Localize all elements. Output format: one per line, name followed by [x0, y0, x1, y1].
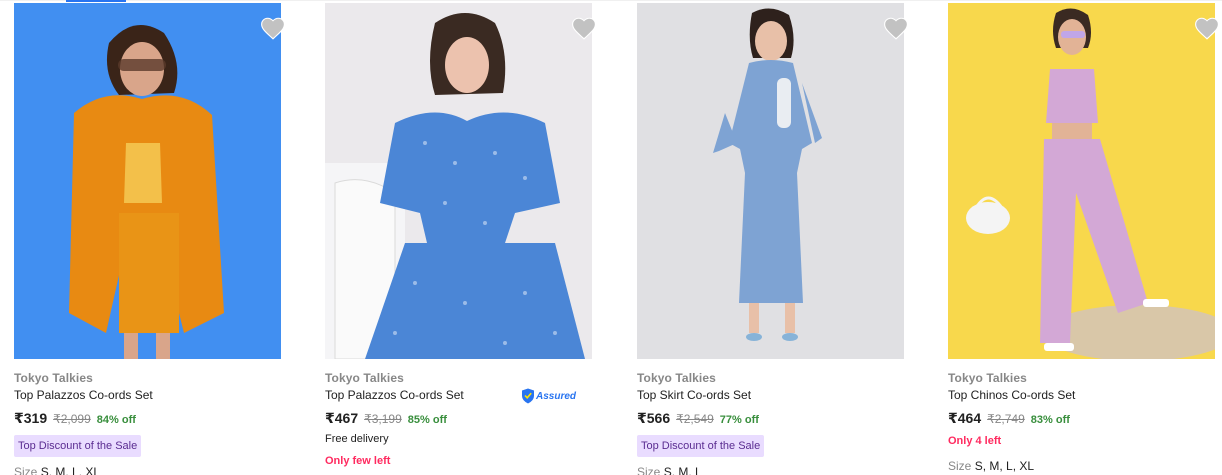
sizes-label: Size: [637, 465, 661, 475]
product-title[interactable]: Top Palazzos Co-ords Set: [325, 388, 464, 402]
wishlist-heart-icon[interactable]: [571, 16, 597, 40]
assured-label: Assured: [536, 390, 577, 402]
product-card[interactable]: Tokyo Talkies Top Skirt Co-ords Set ₹566…: [637, 0, 937, 475]
original-price: ₹2,099: [53, 412, 91, 426]
price-row: ₹319 ₹2,099 84% off: [14, 410, 136, 428]
delivery-info: Free delivery: [325, 433, 389, 445]
available-sizes: Size S, M, L, XL: [14, 465, 100, 475]
price-row: ₹464 ₹2,749 83% off: [948, 410, 1070, 428]
original-price: ₹2,549: [676, 412, 714, 426]
product-image[interactable]: [948, 3, 1215, 359]
discount-percent: 83% off: [1030, 414, 1070, 426]
product-photo-lilac-chinos-coords: [948, 3, 1215, 359]
sizes-values: S, M, L, XL: [974, 459, 1035, 473]
assured-shield-icon: [522, 388, 534, 404]
discount-percent: 85% off: [407, 414, 447, 426]
sizes-label: Size: [948, 459, 972, 473]
sale-badge: Top Discount of the Sale: [637, 435, 765, 457]
discount-percent: 84% off: [96, 414, 136, 426]
selling-price: ₹467: [325, 410, 359, 426]
available-sizes: Size S, M, L, XL: [948, 459, 1034, 473]
selling-price: ₹566: [637, 410, 671, 426]
price-row: ₹566 ₹2,549 77% off: [637, 410, 759, 428]
stock-urgency: Only few left: [325, 455, 391, 467]
sale-badge: Top Discount of the Sale: [14, 435, 142, 457]
wishlist-heart-icon[interactable]: [1194, 16, 1220, 40]
product-card[interactable]: Tokyo Talkies Top Palazzos Co-ords Set ₹…: [14, 0, 314, 475]
assured-badge: Assured: [521, 388, 576, 404]
product-brand: Tokyo Talkies: [637, 371, 716, 385]
sizes-values: S, M, L: [663, 465, 702, 475]
product-title[interactable]: Top Skirt Co-ords Set: [637, 388, 751, 402]
product-photo-blue-floral-coords: [325, 3, 592, 359]
product-card[interactable]: Tokyo Talkies Top Chinos Co-ords Set ₹46…: [948, 0, 1222, 475]
product-image[interactable]: [637, 3, 904, 359]
original-price: ₹2,749: [987, 412, 1025, 426]
product-grid: Tokyo Talkies Top Palazzos Co-ords Set ₹…: [0, 0, 1222, 475]
price-row: ₹467 ₹3,199 85% off: [325, 410, 447, 428]
wishlist-heart-icon[interactable]: [260, 16, 286, 40]
sizes-label: Size: [14, 465, 38, 475]
original-price: ₹3,199: [364, 412, 402, 426]
stock-urgency: Only 4 left: [948, 435, 1002, 447]
product-title[interactable]: Top Palazzos Co-ords Set: [14, 388, 153, 402]
product-photo-blue-skirt-coords: [637, 3, 904, 359]
product-brand: Tokyo Talkies: [948, 371, 1027, 385]
product-image[interactable]: [14, 3, 281, 359]
available-sizes: Size S, M, L: [637, 465, 702, 475]
product-photo-orange-coords: [14, 3, 281, 359]
product-card[interactable]: Tokyo Talkies Top Palazzos Co-ords Set A…: [325, 0, 625, 475]
selling-price: ₹464: [948, 410, 982, 426]
product-image[interactable]: [325, 3, 592, 359]
sizes-values: S, M, L, XL: [40, 465, 101, 475]
product-title[interactable]: Top Chinos Co-ords Set: [948, 388, 1075, 402]
selling-price: ₹319: [14, 410, 48, 426]
product-brand: Tokyo Talkies: [325, 371, 404, 385]
product-brand: Tokyo Talkies: [14, 371, 93, 385]
wishlist-heart-icon[interactable]: [883, 16, 909, 40]
discount-percent: 77% off: [719, 414, 759, 426]
